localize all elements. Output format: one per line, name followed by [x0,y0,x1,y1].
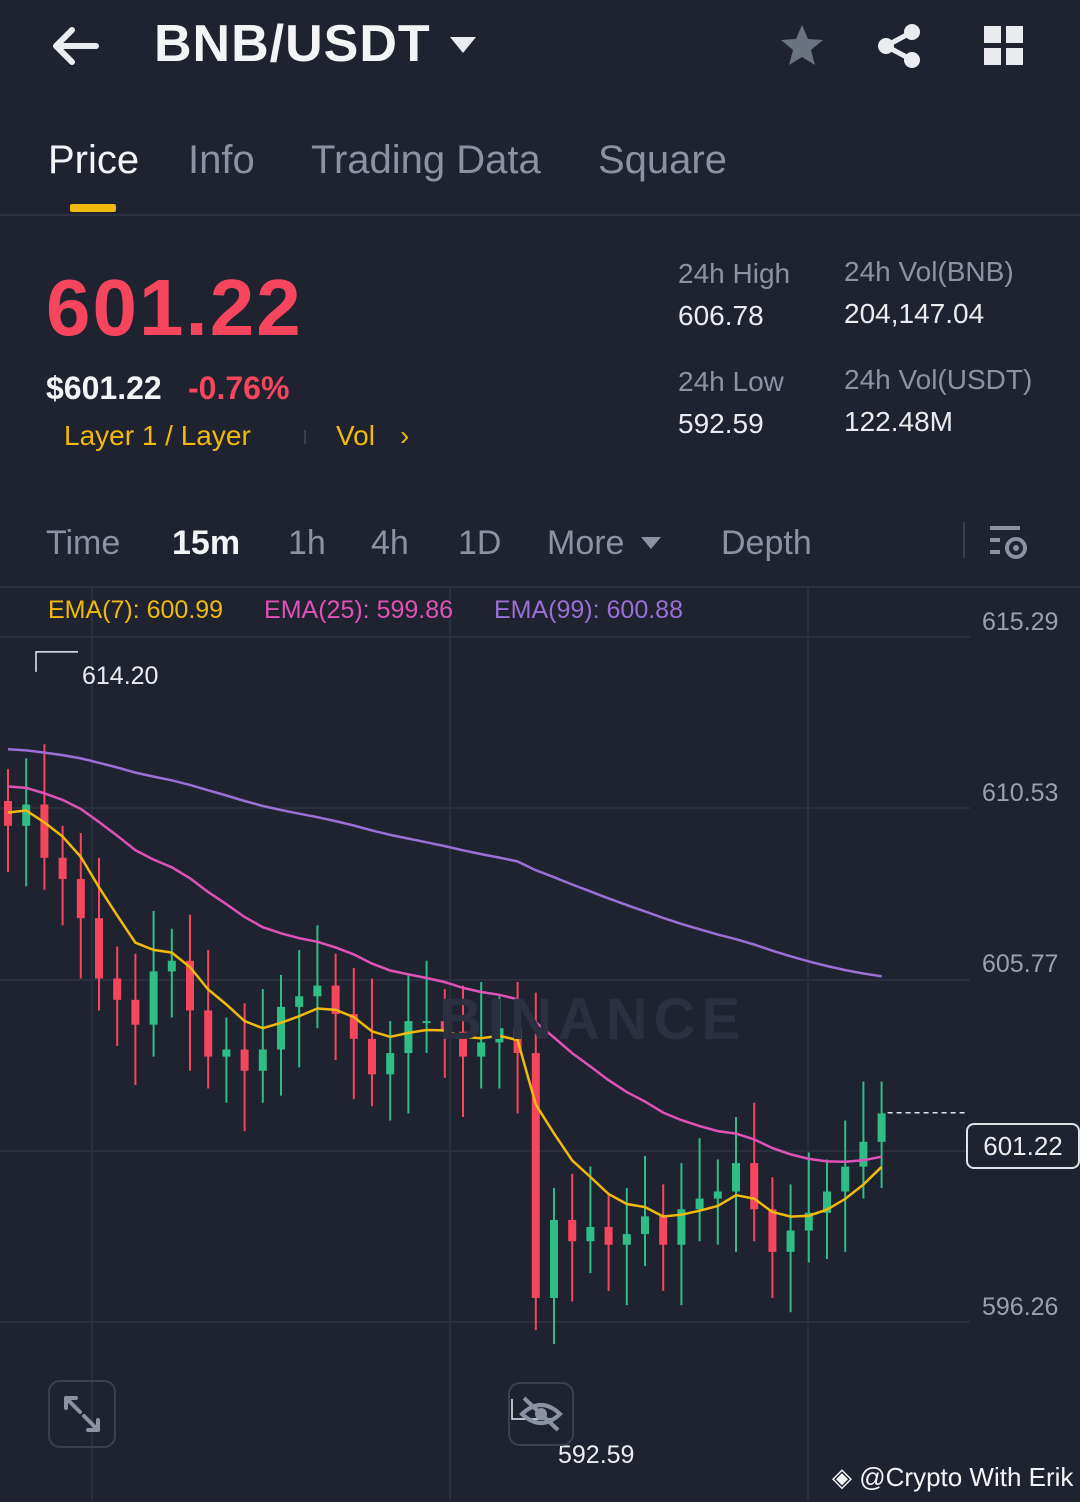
ema7-label: EMA(7): 600.99 [48,596,224,624]
share-icon[interactable] [874,22,924,75]
candle-body [95,918,103,979]
chart-settings-icon[interactable] [988,522,1030,567]
back-arrow-icon[interactable] [48,22,104,70]
star-icon[interactable] [778,22,826,75]
candle-body [386,1053,395,1075]
interval-bar: Time 15m 1h 4h 1D More Depth [0,510,1080,588]
change-percent: -0.76% [188,370,290,406]
candle-body [732,1163,740,1192]
candle-body [22,804,31,826]
vol-base-value: 204,147.04 [844,298,985,329]
candle-body [149,971,158,1025]
tab-trading-data[interactable]: Trading Data [311,138,541,183]
vol-quote-label: 24h Vol(USDT) [844,364,1033,395]
ema99-label: EMA(99): 600.88 [494,596,683,624]
candle-body [258,1049,267,1071]
main-tabs: Price Info Trading Data Square [0,120,1080,216]
candle-body [131,999,140,1025]
candle-body [604,1227,613,1245]
candle-body [422,1021,431,1024]
candle-body [295,996,304,1007]
tab-price[interactable]: Price [48,138,139,183]
candle-body [859,1141,868,1167]
interval-4h[interactable]: 4h [371,524,409,563]
candle-body [841,1166,850,1192]
candle-body [750,1163,759,1210]
candle-body [76,879,85,919]
candle-body [240,1049,249,1071]
interval-time[interactable]: Time [46,524,120,563]
y-tick-label: 596.26 [982,1293,1059,1321]
low-label: 24h Low [678,366,784,397]
tag-divider [304,430,306,444]
top-bar: BNB/USDT [0,0,1080,100]
interval-1d[interactable]: 1D [458,524,501,563]
candle-body [713,1191,722,1199]
candle-body [313,985,322,997]
binance-logo-icon: ◈ [832,1462,852,1492]
candle-body [786,1230,795,1252]
pair-title[interactable]: BNB/USDT [154,14,431,74]
vol-base-label: 24h Vol(BNB) [844,256,1014,287]
ema25-line [7,785,882,1164]
caret-down-icon[interactable] [448,34,478,61]
candle-body [768,1209,777,1252]
eye-off-icon[interactable] [508,1382,574,1446]
high-marker-line [35,651,78,672]
candle-body [58,857,67,880]
ema25-label: EMA(25): 599.86 [264,596,454,624]
current-price-tag: 601.22 [966,1123,1080,1169]
credit-label: ◈ @Crypto With Erik [832,1462,1073,1493]
candle-body [877,1113,886,1142]
y-tick-label: 615.29 [982,608,1059,636]
chevron-right-icon[interactable]: › [400,420,409,452]
ema-legend: EMA(7): 600.99 EMA(25): 599.86 EMA(99): … [48,596,717,625]
y-tick-label: 610.53 [982,779,1059,807]
candle-body [695,1198,704,1210]
candle-body [568,1219,577,1242]
interval-1h[interactable]: 1h [288,524,326,563]
candle-body [622,1234,631,1245]
candle-body [368,1038,376,1075]
candle-body [277,1006,285,1050]
low-value: 592.59 [678,408,764,439]
watermark: BINANCE [440,987,747,1052]
low-marker-label: 592.59 [558,1441,635,1469]
high-value: 606.78 [678,300,764,331]
ema-lines [7,748,883,1218]
vol-tag[interactable]: Vol [336,420,375,452]
tab-info[interactable]: Info [188,138,255,183]
candle-body [222,1049,231,1057]
ema99-line [7,748,882,978]
candle-body [531,1053,540,1298]
credit-text: @Crypto With Erik [859,1462,1074,1492]
candle-body [167,960,176,972]
y-tick-label: 605.77 [982,950,1059,978]
tab-square[interactable]: Square [598,138,727,183]
usd-price: $601.22 [46,370,162,406]
candle-body [586,1227,595,1242]
candle-body [204,1010,213,1057]
grid-icon[interactable] [982,24,1026,73]
candle-body [113,978,122,1000]
high-label: 24h High [678,258,791,289]
candle-body [404,1021,413,1054]
category-tag[interactable]: Layer 1 / Layer [64,420,251,452]
high-marker-label: 614.20 [82,662,159,690]
depth-tab[interactable]: Depth [721,524,812,563]
candle-body [641,1216,649,1235]
caret-down-icon[interactable] [640,536,662,555]
tab-active-indicator [70,204,116,212]
interval-15m[interactable]: 15m [172,524,240,563]
last-price: 601.22 [46,263,303,352]
interval-more[interactable]: More [547,524,624,563]
candle-body [659,1216,668,1245]
vol-quote-value: 122.48M [844,406,953,437]
candle-body [40,804,49,858]
fullscreen-icon[interactable] [48,1380,116,1448]
candle-body [550,1219,558,1298]
divider [963,522,965,558]
